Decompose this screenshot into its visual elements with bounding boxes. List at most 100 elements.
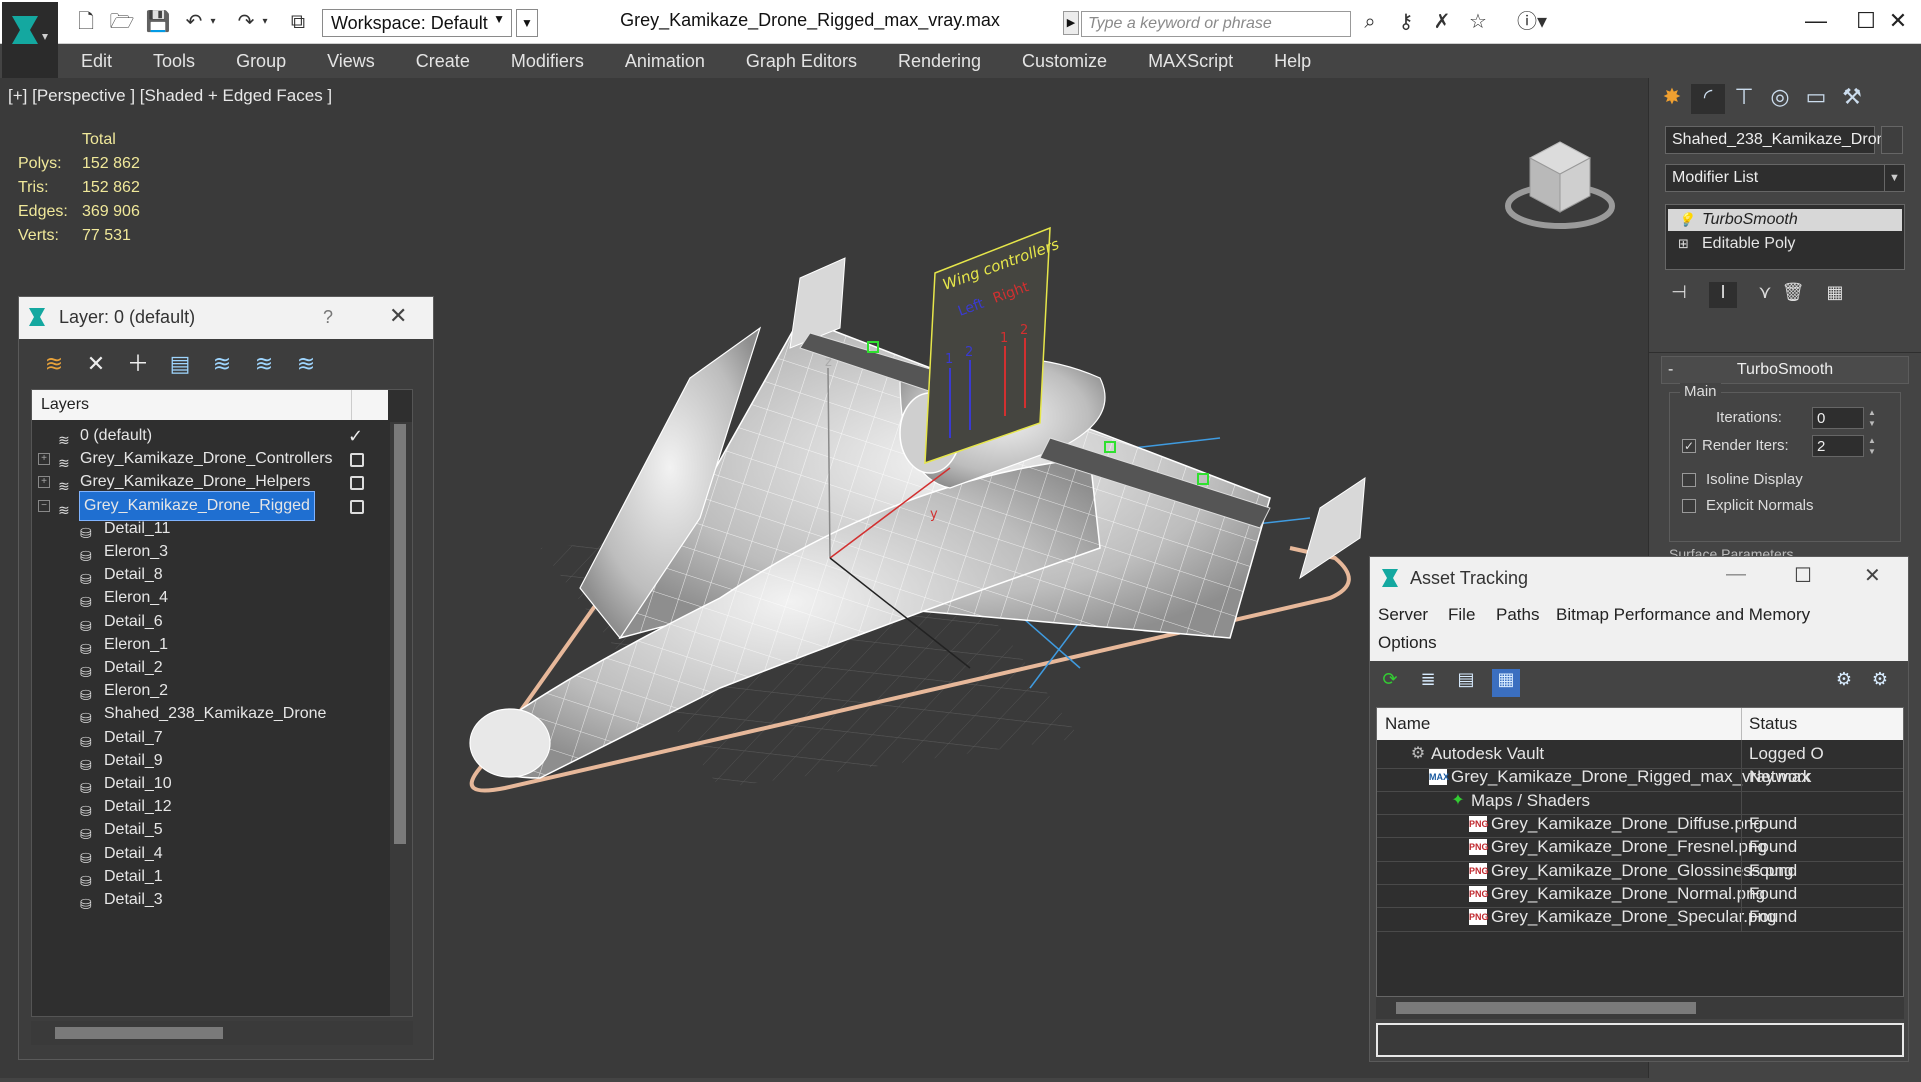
object-row[interactable]: ⛁ Detail_3: [32, 886, 388, 915]
key-icon[interactable]: ⚷: [1392, 10, 1420, 34]
hide-all-layers-icon[interactable]: ≋: [249, 349, 279, 379]
tree-view-icon[interactable]: ▤: [1452, 669, 1480, 697]
make-unique-icon[interactable]: ⋎: [1751, 282, 1779, 308]
asset-row[interactable]: PNG Grey_Kamikaze_Drone_Specular.png Found: [1377, 903, 1903, 932]
turbosmooth-rollout-header[interactable]: - TurboSmooth: [1661, 356, 1909, 384]
open-file-icon[interactable]: 🗁: [108, 10, 136, 34]
settings-help-icon[interactable]: ⚙: [1866, 669, 1894, 697]
stack-item-editable-poly[interactable]: ⊞ Editable Poly: [1668, 233, 1902, 255]
delete-layer-icon[interactable]: ✕: [81, 349, 111, 379]
help-icon[interactable]: ?: [323, 307, 333, 328]
close-icon[interactable]: ✕: [389, 303, 407, 329]
spinner-arrows-icon[interactable]: ▲ ▼: [1866, 435, 1878, 457]
maximize-icon[interactable]: ☐: [1794, 563, 1812, 588]
undo-dropdown-icon[interactable]: ▾: [206, 10, 220, 34]
hierarchy-tab-icon[interactable]: ⊤: [1727, 84, 1761, 114]
menu-paths[interactable]: Paths: [1496, 605, 1539, 625]
spinner-arrows-icon[interactable]: ▲ ▼: [1866, 407, 1878, 429]
menu-views[interactable]: Views: [304, 44, 393, 72]
search-expand-button[interactable]: ▶: [1063, 11, 1079, 35]
scrollbar-thumb[interactable]: [1396, 1002, 1696, 1014]
workspace-selector[interactable]: Workspace: Default ▼: [322, 9, 512, 37]
render-iters-checkbox[interactable]: ✓: [1682, 439, 1696, 453]
highlight-layer-icon[interactable]: ≋: [207, 349, 237, 379]
menu-options[interactable]: Options: [1378, 633, 1437, 653]
menu-graph-editors[interactable]: Graph Editors: [723, 44, 875, 72]
redo-dropdown-icon[interactable]: ▾: [258, 10, 272, 34]
table-view-icon[interactable]: ▦: [1492, 669, 1520, 697]
asset-horizontal-scrollbar[interactable]: [1376, 997, 1904, 1019]
menu-modifiers[interactable]: Modifiers: [488, 44, 602, 72]
object-name-field[interactable]: Shahed_238_Kamikaze_Drone: [1665, 126, 1894, 154]
isoline-display-checkbox[interactable]: [1682, 473, 1696, 487]
configure-sets-icon[interactable]: ▦: [1821, 282, 1849, 308]
viewcube[interactable]: [1500, 128, 1620, 238]
menu-create[interactable]: Create: [393, 44, 488, 72]
menu-server[interactable]: Server: [1378, 605, 1428, 625]
column-name[interactable]: Name: [1385, 714, 1430, 734]
binoculars-icon[interactable]: ⌕: [1356, 10, 1384, 34]
project-folder-icon[interactable]: ⧉: [284, 10, 312, 34]
layer-horizontal-scrollbar[interactable]: [31, 1021, 413, 1045]
favorites-star-icon[interactable]: ☆: [1464, 10, 1492, 34]
menu-file[interactable]: File: [1448, 605, 1475, 625]
column-status[interactable]: Status: [1749, 714, 1797, 734]
menu-animation[interactable]: Animation: [602, 44, 723, 72]
remove-modifier-icon[interactable]: 🗑: [1779, 282, 1807, 308]
add-to-layer-icon[interactable]: ＋: [123, 349, 153, 379]
menu-bitmap-performance[interactable]: Bitmap Performance and Memory: [1556, 605, 1810, 625]
layer-vertical-scrollbar[interactable]: [390, 422, 412, 1016]
set-current-layer-box[interactable]: [350, 453, 364, 468]
iterations-spinner[interactable]: 0: [1812, 407, 1864, 429]
modify-tab-icon[interactable]: ◜: [1691, 84, 1725, 114]
menu-rendering[interactable]: Rendering: [875, 44, 999, 72]
menu-maxscript[interactable]: MAXScript: [1125, 44, 1251, 72]
stack-item-turbosmooth[interactable]: 💡 TurboSmooth: [1668, 209, 1902, 231]
help-icon[interactable]: ⓘ▾: [1512, 10, 1552, 34]
x-tools-icon[interactable]: ✗: [1428, 10, 1456, 34]
render-iters-spinner[interactable]: 2: [1812, 435, 1864, 457]
search-input[interactable]: Type a keyword or phrase: [1081, 11, 1351, 37]
set-current-layer-box[interactable]: [350, 499, 364, 514]
layers-column-header[interactable]: Layers: [32, 390, 352, 420]
modifier-list-dropdown[interactable]: Modifier List ▼: [1665, 164, 1905, 192]
undo-icon[interactable]: ↶: [180, 10, 208, 34]
menu-help[interactable]: Help: [1251, 44, 1329, 72]
scrollbar-thumb[interactable]: [394, 424, 406, 844]
expand-icon[interactable]: +: [38, 476, 50, 489]
menu-customize[interactable]: Customize: [999, 44, 1125, 72]
layer-dialog-titlebar[interactable]: Layer: 0 (default) ? ✕: [19, 297, 433, 339]
minimize-icon[interactable]: —: [1726, 563, 1746, 586]
redo-icon[interactable]: ↷: [232, 10, 260, 34]
menu-tools[interactable]: Tools: [130, 44, 213, 72]
scrollbar-thumb[interactable]: [55, 1027, 223, 1039]
save-icon[interactable]: 💾: [144, 10, 172, 34]
menu-edit[interactable]: Edit: [58, 44, 130, 72]
expand-plus-icon[interactable]: ⊞: [1678, 233, 1689, 255]
set-current-layer-box[interactable]: [350, 476, 364, 491]
freeze-all-layers-icon[interactable]: ≋: [291, 349, 321, 379]
motion-tab-icon[interactable]: ◎: [1763, 84, 1797, 114]
new-layer-icon[interactable]: ≋: [39, 349, 69, 379]
close-icon[interactable]: ✕: [1868, 6, 1921, 36]
asset-path-field[interactable]: [1376, 1023, 1904, 1057]
create-tab-icon[interactable]: ✸: [1655, 84, 1689, 114]
workspace-menu-button[interactable]: ▼: [516, 9, 538, 37]
expand-icon[interactable]: +: [38, 453, 50, 466]
close-icon[interactable]: ✕: [1864, 563, 1881, 588]
column-separator[interactable]: [1741, 708, 1742, 740]
collapse-icon[interactable]: −: [38, 499, 50, 512]
list-view-icon[interactable]: ≣: [1414, 669, 1442, 697]
explicit-normals-checkbox[interactable]: [1682, 499, 1696, 513]
display-tab-icon[interactable]: ▭: [1799, 84, 1833, 114]
app-logo[interactable]: [2, 2, 58, 82]
viewport-label[interactable]: [+] [Perspective ] [Shaded + Edged Faces…: [8, 86, 332, 106]
show-end-result-icon[interactable]: Ⅰ: [1709, 282, 1737, 308]
pin-stack-icon[interactable]: ⊣: [1665, 282, 1693, 308]
asset-tracking-titlebar[interactable]: Asset Tracking — ☐ ✕: [1370, 557, 1908, 599]
vault-help-icon[interactable]: ⚙: [1830, 669, 1858, 697]
menu-group[interactable]: Group: [213, 44, 304, 72]
lightbulb-icon[interactable]: 💡: [1678, 209, 1694, 231]
refresh-icon[interactable]: ⟳: [1376, 669, 1404, 697]
object-color-swatch[interactable]: [1881, 126, 1903, 154]
